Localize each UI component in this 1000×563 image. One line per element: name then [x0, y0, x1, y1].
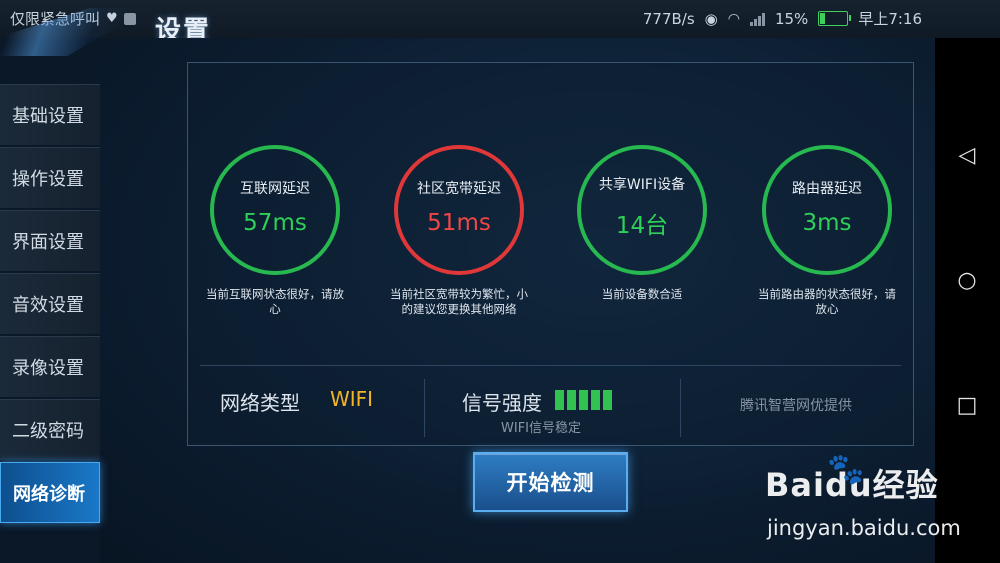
gauge-shared-wifi-devices: 共享WIFI设备 14台 当前设备数合适 [572, 145, 712, 302]
diagnosis-panel: 互联网延迟 57ms 当前互联网状态很好，请放心 社区宽带延迟 51ms 当前社… [187, 62, 914, 446]
sidebar-item-network-diagnosis[interactable]: 网络诊断 [0, 462, 100, 523]
clock: 早上7:16 [858, 10, 922, 28]
gauge-ring: 互联网延迟 57ms [210, 145, 340, 275]
sidebar-item-controls[interactable]: 操作设置 [0, 147, 100, 208]
gauge-label: 路由器延迟 [792, 181, 862, 197]
gauge-value: 3ms [802, 210, 852, 236]
signal-status-text: WIFI信号稳定 [501, 421, 581, 436]
cell-signal-icon [749, 12, 765, 26]
start-diagnosis-button[interactable]: 开始检测 [473, 452, 628, 512]
sidebar-item-label: 音效设置 [12, 295, 84, 316]
sidebar-item-second-password[interactable]: 二级密码 [0, 399, 100, 460]
battery-icon [818, 11, 852, 26]
gauge-community-broadband-latency: 社区宽带延迟 51ms 当前社区宽带较为繁忙，小的建议您更换其他网络 [389, 145, 529, 317]
sidebar: 基础设置 操作设置 界面设置 音效设置 录像设置 二级密码 网络诊断 [0, 84, 100, 525]
gauge-label: 社区宽带延迟 [417, 181, 501, 197]
sidebar-item-label: 录像设置 [12, 358, 84, 379]
sidebar-item-recording[interactable]: 录像设置 [0, 336, 100, 397]
sidebar-item-label: 界面设置 [12, 232, 84, 253]
sidebar-item-basic[interactable]: 基础设置 [0, 84, 100, 145]
divider [680, 379, 681, 437]
signal-bar [567, 390, 576, 410]
gauge-ring: 社区宽带延迟 51ms [394, 145, 524, 275]
home-circle-icon[interactable]: ○ [955, 269, 979, 293]
signal-strength-label: 信号强度 [462, 391, 542, 415]
gauge-description: 当前互联网状态很好，请放心 [206, 287, 344, 316]
sidebar-item-label: 二级密码 [12, 421, 84, 442]
gauge-value: 51ms [427, 210, 491, 236]
status-right: 777B/s ◉ ◠ 15% 早上7:16 [643, 8, 922, 29]
gauge-label: 共享WIFI设备 [598, 177, 686, 193]
sidebar-item-label: 操作设置 [12, 169, 84, 190]
recents-square-icon[interactable]: □ [955, 394, 979, 418]
network-type-value: WIFI [330, 387, 374, 411]
gauge-description: 当前设备数合适 [601, 287, 683, 301]
wifi-icon: ◠ [727, 10, 740, 27]
gauge-value: 57ms [243, 210, 307, 236]
signal-bar [555, 390, 564, 410]
baidu-watermark: 🐾 Baidu经验 jingyan.baidu.com [765, 452, 961, 540]
battery-percent: 15% [774, 9, 809, 28]
provider-credit: 腾讯智营网优提供 [740, 398, 852, 414]
network-type-label: 网络类型 [220, 391, 300, 415]
signal-bar [591, 390, 600, 410]
gauge-router-latency: 路由器延迟 3ms 当前路由器的状态很好，请放心 [757, 145, 897, 317]
divider [200, 365, 901, 366]
signal-strength-bars [555, 390, 612, 410]
sidebar-item-label: 网络诊断 [13, 483, 85, 505]
gauge-value: 14台 [615, 213, 669, 239]
eye-icon: ◉ [704, 9, 718, 28]
gauge-description: 当前社区宽带较为繁忙，小的建议您更换其他网络 [390, 287, 528, 316]
status-bar: 仅限紧急呼叫 ♥ 777B/s ◉ ◠ 15% 早上7:16 [0, 0, 1000, 38]
baidu-paw-icon: 🐾 [827, 452, 865, 487]
back-triangle-icon[interactable]: ◁ [955, 144, 979, 168]
gauge-ring: 共享WIFI设备 14台 [577, 145, 707, 275]
divider [424, 379, 425, 437]
signal-bar [603, 390, 612, 410]
sidebar-item-sound[interactable]: 音效设置 [0, 273, 100, 334]
signal-bar [579, 390, 588, 410]
sidebar-item-interface[interactable]: 界面设置 [0, 210, 100, 271]
gauge-label: 互联网延迟 [240, 181, 310, 197]
gauge-internet-latency: 互联网延迟 57ms 当前互联网状态很好，请放心 [205, 145, 345, 317]
network-speed: 777B/s [642, 9, 695, 28]
gauge-description: 当前路由器的状态很好，请放心 [758, 287, 896, 316]
gauge-ring: 路由器延迟 3ms [762, 145, 892, 275]
watermark-site: jingyan.baidu.com [767, 516, 961, 540]
sidebar-item-label: 基础设置 [12, 106, 84, 127]
navigation-bar [935, 38, 1000, 563]
